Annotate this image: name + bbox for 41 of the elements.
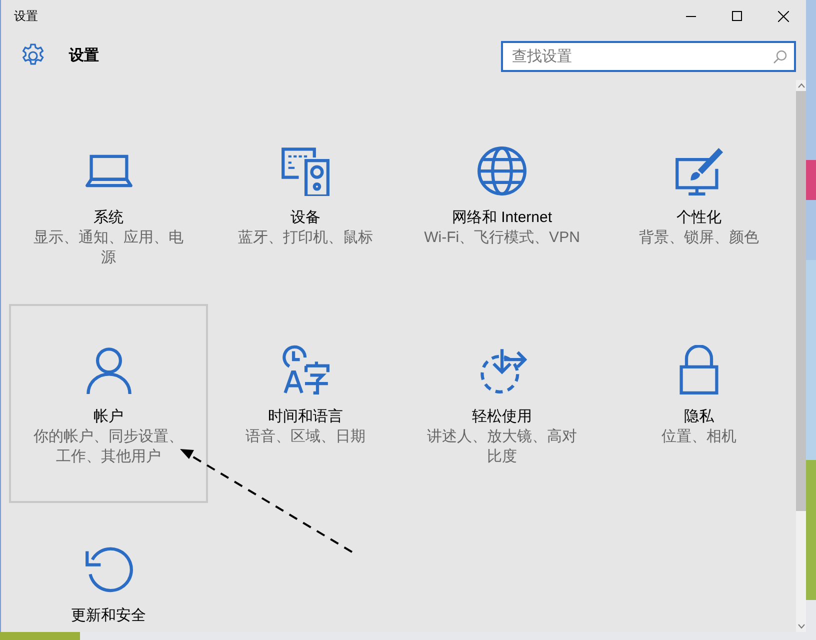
search-field[interactable]: 查找设置 bbox=[501, 40, 796, 72]
page-title: 设置 bbox=[69, 46, 99, 66]
window-title: 设置 bbox=[14, 8, 38, 25]
settings-tile[interactable]: 轻松使用 讲述人、放大镜、高对比度 bbox=[402, 304, 602, 503]
close-icon bbox=[778, 10, 788, 22]
tile-description: 位置、相机 bbox=[660, 427, 738, 447]
settings-tile[interactable]: 更新和安全 bbox=[9, 503, 208, 632]
clock-letter-icon bbox=[280, 345, 330, 395]
scrollbar[interactable] bbox=[796, 80, 806, 632]
settings-tile[interactable]: 网络和 Internet Wi-Fi、飞行模式、VPN bbox=[402, 105, 602, 304]
settings-tile[interactable]: 系统 显示、通知、应用、电源 bbox=[9, 105, 208, 304]
tile-title: 网络和 Internet bbox=[452, 208, 552, 228]
settings-tile[interactable]: 帐户 你的帐户、同步设置、工作、其他用户 bbox=[9, 304, 208, 503]
tile-description: 蓝牙、打印机、鼠标 bbox=[236, 228, 374, 248]
tile-title: 隐私 bbox=[684, 407, 714, 427]
tile-description: Wi-Fi、飞行模式、VPN bbox=[424, 228, 580, 248]
maximize-icon bbox=[732, 11, 742, 21]
settings-tile[interactable]: 设备 蓝牙、打印机、鼠标 bbox=[206, 105, 405, 304]
tile-description: 背景、锁屏、颜色 bbox=[638, 228, 760, 248]
tile-description: 语音、区域、日期 bbox=[244, 427, 366, 447]
scrollbar-thumb[interactable] bbox=[796, 91, 806, 511]
monitor-brush-icon bbox=[674, 146, 724, 196]
settings-tile[interactable]: 时间和语言 语音、区域、日期 bbox=[206, 304, 405, 503]
tile-title: 时间和语言 bbox=[268, 407, 343, 427]
settings-tile[interactable]: 个性化 背景、锁屏、颜色 bbox=[599, 105, 798, 304]
person-icon bbox=[84, 345, 134, 395]
tile-description: 你的帐户、同步设置、工作、其他用户 bbox=[32, 427, 184, 467]
globe-icon bbox=[477, 146, 527, 196]
tile-title: 系统 bbox=[94, 208, 124, 228]
search-icon bbox=[773, 50, 787, 64]
tile-title: 更新和安全 bbox=[71, 606, 146, 626]
tile-description: 显示、通知、应用、电源 bbox=[32, 228, 184, 268]
tile-description: 讲述人、放大镜、高对比度 bbox=[426, 427, 578, 467]
tile-title: 帐户 bbox=[94, 407, 124, 427]
scroll-up-icon[interactable] bbox=[798, 83, 804, 88]
tile-title: 设备 bbox=[290, 208, 320, 228]
settings-tile[interactable]: 隐私 位置、相机 bbox=[599, 304, 798, 503]
tile-title: 个性化 bbox=[676, 208, 722, 228]
tile-title: 轻松使用 bbox=[472, 407, 532, 427]
keyboard-speaker-icon bbox=[280, 146, 330, 196]
scroll-down-icon[interactable] bbox=[798, 624, 804, 629]
